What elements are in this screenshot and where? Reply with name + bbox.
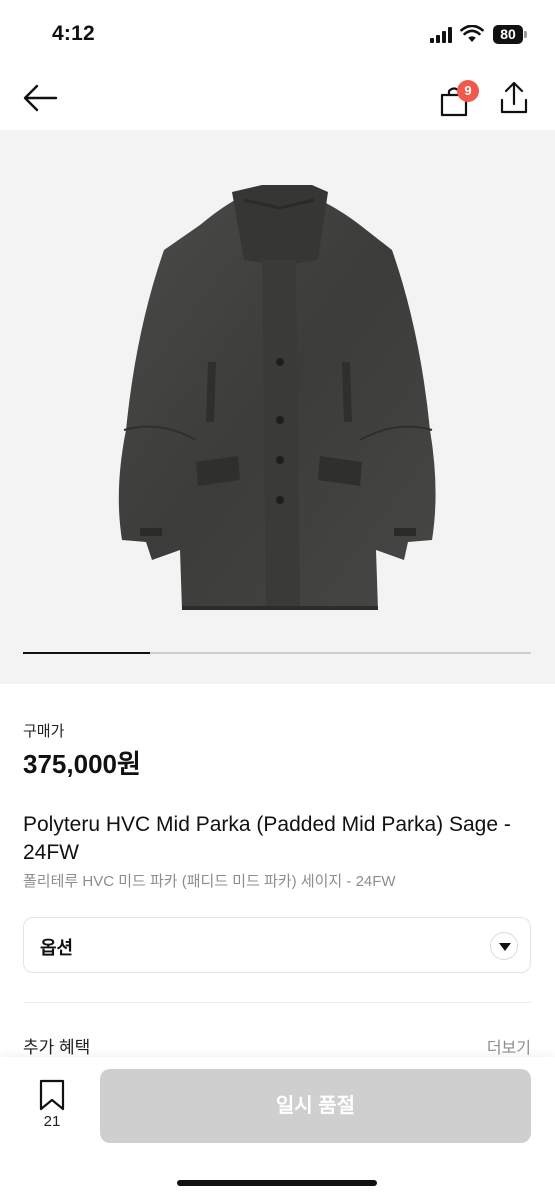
bottom-action-bar: 21 일시 품절 xyxy=(0,1057,555,1200)
status-time: 4:12 xyxy=(52,22,95,45)
share-button[interactable] xyxy=(496,80,536,118)
status-bar: 4:12 80 xyxy=(0,0,555,66)
signal-icon xyxy=(430,27,454,43)
product-image-gallery[interactable] xyxy=(0,130,555,684)
arrow-left-icon xyxy=(23,84,58,112)
price-label: 구매가 xyxy=(23,723,65,740)
share-icon xyxy=(500,81,528,114)
sold-out-button[interactable]: 일시 품절 xyxy=(100,1069,531,1143)
benefits-more-link[interactable]: 더보기 xyxy=(487,1034,531,1058)
price-value: 375,000원 xyxy=(23,749,141,779)
cart-count-badge: 9 xyxy=(457,80,479,102)
gallery-progress-track xyxy=(23,652,531,654)
wishlist-count: 21 xyxy=(43,1113,61,1130)
cart-button[interactable]: 9 xyxy=(435,76,481,120)
wishlist-button[interactable]: 21 xyxy=(30,1077,74,1133)
top-navigation: 9 xyxy=(0,66,555,130)
product-image xyxy=(118,185,436,610)
gallery-progress-indicator xyxy=(23,652,150,654)
home-indicator xyxy=(177,1180,377,1186)
battery-level: 80 xyxy=(493,25,523,44)
option-label: 옵션 xyxy=(40,938,74,958)
product-subtitle-korean: 폴리테루 HVC 미드 파카 (패디드 미드 파카) 세이지 - 24FW xyxy=(23,873,396,890)
option-select[interactable]: 옵션 xyxy=(23,917,531,973)
back-button[interactable] xyxy=(20,80,60,116)
divider xyxy=(23,1002,531,1003)
benefits-label: 추가 혜택 xyxy=(23,1038,91,1057)
product-title: Polyteru HVC Mid Parka (Padded Mid Parka… xyxy=(23,813,511,864)
wifi-icon xyxy=(460,24,484,43)
bookmark-icon xyxy=(39,1079,65,1111)
chevron-down-icon xyxy=(490,932,518,960)
battery-icon: 80 xyxy=(493,25,527,44)
